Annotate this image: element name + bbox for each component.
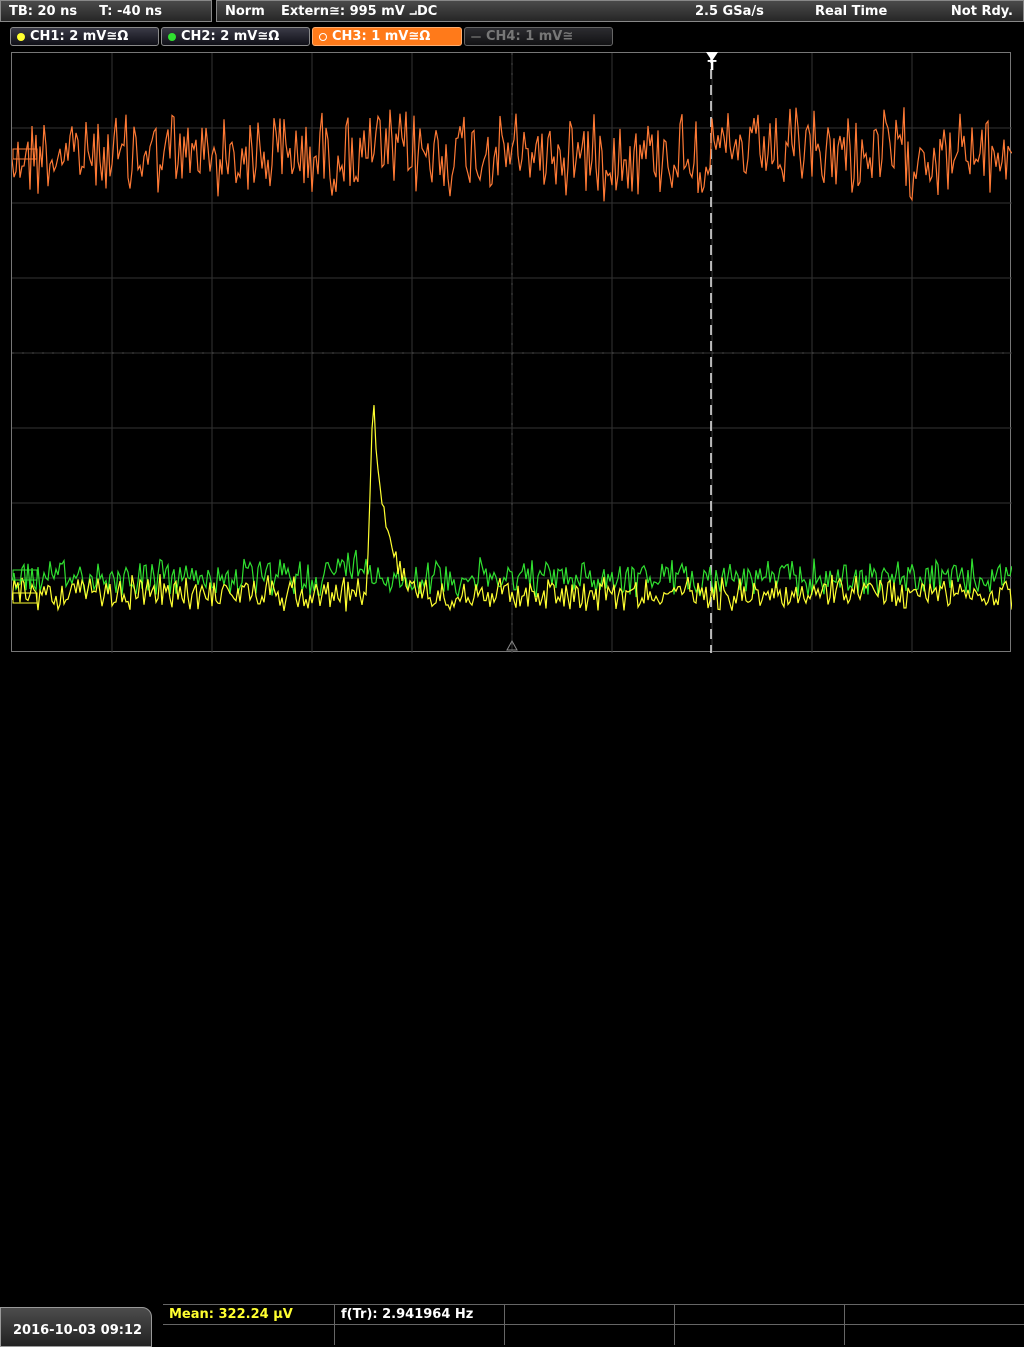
channel-2-button[interactable]: CH2: 2 mV≅Ω: [161, 27, 310, 46]
measurement-slot-10[interactable]: [845, 1325, 1024, 1345]
timebase-value: TB: 20 ns: [9, 3, 78, 19]
measurement-slot-9[interactable]: [675, 1325, 845, 1345]
measurement-frequency[interactable]: f(Tr): 2.941964 Hz: [335, 1305, 505, 1325]
channel-3-indicator-icon: [319, 32, 327, 41]
channel-bar: CH1: 2 mV≅Ω CH2: 2 mV≅Ω CH3: 1 mV≅Ω CH4:…: [0, 26, 1024, 48]
timebase-panel[interactable]: TB: 20 ns T: -40 ns: [0, 0, 212, 22]
bottom-status-area: 2016-10-03 09:12 Mean: 322.24 µV f(Tr): …: [0, 652, 1024, 1347]
channel-4-label: CH4: 1 mV≅: [486, 29, 574, 44]
channel-4-indicator-icon: [471, 35, 481, 38]
channel-2-indicator-icon: [168, 32, 176, 41]
measurement-slot-7[interactable]: [335, 1325, 505, 1345]
waveform-display[interactable]: [11, 52, 1012, 653]
measurement-table: Mean: 322.24 µV f(Tr): 2.941964 Hz: [163, 1304, 1024, 1347]
channel-1-button[interactable]: CH1: 2 mV≅Ω: [10, 27, 159, 46]
measurement-mean[interactable]: Mean: 322.24 µV: [163, 1305, 335, 1325]
trigger-marker-label: T: [707, 59, 717, 74]
measurement-slot-8[interactable]: [505, 1325, 675, 1345]
channel-2-label: CH2: 2 mV≅Ω: [181, 29, 280, 44]
measurement-slot-5[interactable]: [845, 1305, 1024, 1325]
sample-rate: 2.5 GSa/s: [695, 4, 764, 19]
channel-3-button[interactable]: CH3: 1 mV≅Ω: [312, 27, 462, 46]
acquisition-status: Not Rdy.: [950, 4, 1013, 19]
channel-1-label: CH1: 2 mV≅Ω: [30, 29, 129, 44]
channel-4-button[interactable]: CH4: 1 mV≅: [464, 27, 613, 46]
date-time-display[interactable]: 2016-10-03 09:12: [0, 1307, 152, 1347]
waveform-canvas: [12, 53, 1012, 653]
trigger-mode: Norm: [225, 4, 265, 19]
channel-1-indicator-icon: [17, 32, 25, 41]
trigger-time-value: T: -40 ns: [99, 3, 163, 19]
measurement-slot-6[interactable]: [163, 1325, 335, 1345]
channel-3-label: CH3: 1 mV≅Ω: [332, 29, 431, 44]
top-status-bar: TB: 20 ns T: -40 ns Norm Extern≅: 995 mV…: [0, 0, 1024, 24]
trigger-source: Extern≅: 995 mV ⨼DC: [281, 4, 438, 19]
date-time-value: 2016-10-03 09:12: [13, 1322, 143, 1338]
trigger-marker[interactable]: T: [703, 52, 721, 73]
measurement-slot-4[interactable]: [675, 1305, 845, 1325]
acquisition-mode: Real Time: [815, 4, 888, 19]
trigger-panel[interactable]: Norm Extern≅: 995 mV ⨼DC 2.5 GSa/s Real …: [216, 0, 1024, 22]
measurement-slot-3[interactable]: [505, 1305, 675, 1325]
